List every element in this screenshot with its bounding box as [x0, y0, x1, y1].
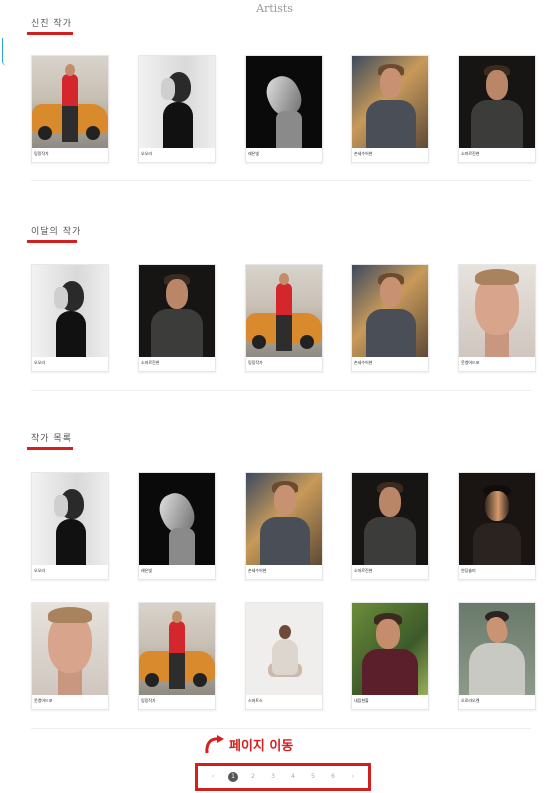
artist-card[interactable]: 소마르진현	[351, 472, 429, 580]
page-1-button[interactable]: 1	[228, 772, 238, 782]
section-underline	[27, 32, 73, 35]
page-move-annotation: 페이지 이동	[203, 734, 293, 754]
artist-photo	[139, 603, 215, 695]
curved-arrow-icon	[203, 734, 225, 754]
artist-name: 밍밍작가	[141, 698, 156, 703]
artist-card[interactable]: 래은빛	[245, 55, 323, 163]
artist-photo	[32, 603, 108, 695]
page-2-button[interactable]: 2	[248, 772, 258, 782]
artist-name: 오오라	[141, 151, 153, 156]
artist-card[interactable]: 오오라	[138, 55, 216, 163]
artist-photo	[246, 603, 322, 695]
artist-name: 손세수어현	[354, 360, 373, 365]
artist-photo	[459, 265, 535, 357]
artist-photo	[459, 56, 535, 148]
artist-name: 밍밍작가	[248, 360, 263, 365]
artist-name: 소마르진현	[141, 360, 160, 365]
section-underline	[27, 240, 77, 243]
page-3-button[interactable]: 3	[268, 772, 278, 782]
artist-card[interactable]: 오로라오렌	[458, 602, 536, 710]
artist-card[interactable]: 웃앵어드포	[458, 264, 536, 372]
artist-card[interactable]: 손세수어현	[245, 472, 323, 580]
artist-name: 스마트스	[248, 698, 263, 703]
artist-name: 래은빛	[141, 568, 153, 573]
artist-photo	[246, 56, 322, 148]
artist-card[interactable]: 오오라	[31, 264, 109, 372]
artist-photo	[32, 473, 108, 565]
page-5-button[interactable]: 5	[308, 772, 318, 782]
card-row: 오오라 소마르진현 밍밍작가 손세수어현 웃앵어드포	[31, 264, 536, 372]
artist-name: 내짐현할	[354, 698, 369, 703]
artist-photo	[139, 265, 215, 357]
artist-card[interactable]: 연딩솔미	[458, 472, 536, 580]
artist-name: 오로라오렌	[461, 698, 480, 703]
artist-name: 소마르진현	[461, 151, 480, 156]
artist-card[interactable]: 손세수어현	[351, 264, 429, 372]
artist-photo	[352, 603, 428, 695]
artist-name: 손세수어현	[354, 151, 373, 156]
card-row: 오오라 래은빛 손세수어현 소마르진현 연딩솔미	[31, 472, 536, 580]
artist-name: 오오라	[34, 360, 46, 365]
card-row: 웃앵어드포 밍밍작가 스마트스 내짐현할 오로라오렌	[31, 602, 536, 710]
card-row: 밍밍작가 오오라 래은빛 손세수어현 소마르진현	[31, 55, 536, 163]
section-title-new-artists: 신진 작가	[27, 16, 73, 35]
artist-name: 밍밍작가	[34, 151, 49, 156]
page-4-button[interactable]: 4	[288, 772, 298, 782]
section-title-artist-list: 작가 목록	[27, 431, 73, 450]
artist-card[interactable]: 밍밍작가	[31, 55, 109, 163]
section-title-text: 신진 작가	[31, 19, 72, 29]
artist-photo	[139, 56, 215, 148]
artist-photo	[139, 473, 215, 565]
section-title-artist-of-month: 이달의 작가	[27, 224, 82, 243]
artist-photo	[459, 603, 535, 695]
artist-card[interactable]: 손세수어현	[351, 55, 429, 163]
artist-photo	[246, 265, 322, 357]
artist-name: 오오라	[34, 568, 46, 573]
section-underline	[27, 447, 73, 450]
artist-card[interactable]: 소마르진현	[138, 264, 216, 372]
artist-card[interactable]: 밍밍작가	[245, 264, 323, 372]
section-divider	[31, 728, 531, 729]
section-title-text: 이달의 작가	[31, 227, 82, 237]
artist-card[interactable]: 웃앵어드포	[31, 602, 109, 710]
artist-name: 소마르진현	[354, 568, 373, 573]
artist-card[interactable]: 소마르진현	[458, 55, 536, 163]
artist-card[interactable]: 래은빛	[138, 472, 216, 580]
artist-photo	[352, 56, 428, 148]
prev-page-button[interactable]: ‹	[208, 772, 218, 782]
next-page-button[interactable]: ›	[348, 772, 358, 782]
artist-photo	[32, 56, 108, 148]
artist-name: 웃앵어드포	[34, 698, 53, 703]
artist-photo	[352, 265, 428, 357]
artist-photo	[246, 473, 322, 565]
pagination: ‹ 1 2 3 4 5 6 ›	[195, 763, 371, 791]
artist-card[interactable]: 스마트스	[245, 602, 323, 710]
artist-photo	[459, 473, 535, 565]
artist-photo	[32, 265, 108, 357]
artist-name: 연딩솔미	[461, 568, 476, 573]
page-6-button[interactable]: 6	[328, 772, 338, 782]
artist-name: 손세수어현	[248, 568, 267, 573]
artist-card[interactable]: 오오라	[31, 472, 109, 580]
artist-photo	[352, 473, 428, 565]
section-divider	[31, 390, 531, 391]
artist-card[interactable]: 밍밍작가	[138, 602, 216, 710]
artist-name: 웃앵어드포	[461, 360, 480, 365]
section-divider	[31, 180, 531, 181]
annotation-label: 페이지 이동	[229, 738, 294, 754]
side-decoration	[2, 38, 7, 66]
section-title-text: 작가 목록	[31, 434, 72, 444]
artist-card[interactable]: 내짐현할	[351, 602, 429, 710]
page-title: Artists	[256, 2, 293, 15]
artist-name: 래은빛	[248, 151, 260, 156]
